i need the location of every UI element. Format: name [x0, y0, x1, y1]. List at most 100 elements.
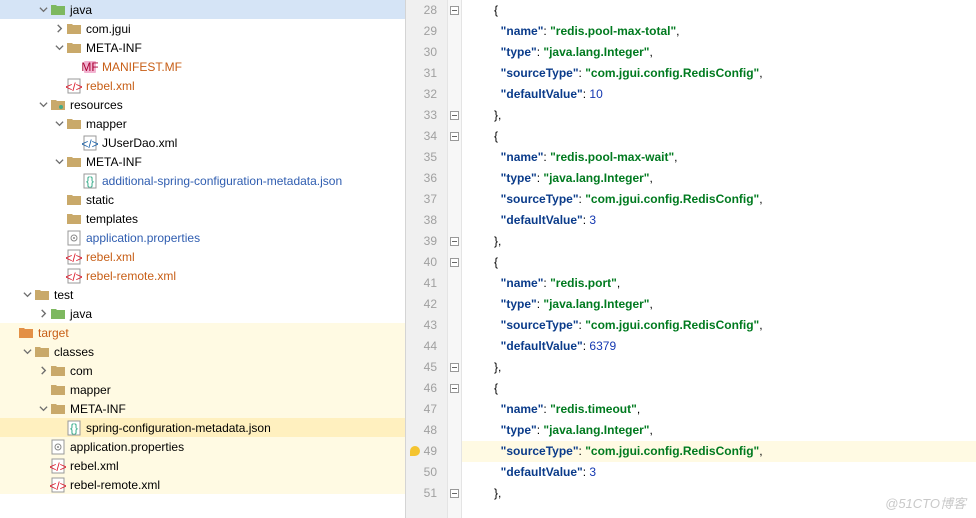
code-line[interactable]: "type": "java.lang.Integer",	[462, 294, 976, 315]
fold-mark[interactable]	[448, 441, 461, 462]
code-line[interactable]: "name": "redis.pool-max-wait",	[462, 147, 976, 168]
tree-item[interactable]: </>rebel-remote.xml	[0, 266, 405, 285]
folder-icon	[34, 344, 50, 360]
tree-item[interactable]: application.properties	[0, 228, 405, 247]
fold-mark[interactable]	[448, 483, 461, 504]
tree-item[interactable]: target	[0, 323, 405, 342]
expand-arrow-icon[interactable]	[20, 290, 34, 299]
tree-item[interactable]: mapper	[0, 114, 405, 133]
fold-mark[interactable]	[448, 336, 461, 357]
fold-mark[interactable]	[448, 420, 461, 441]
expand-arrow-icon[interactable]	[36, 366, 50, 375]
tree-item[interactable]: </>rebel-remote.xml	[0, 475, 405, 494]
expand-arrow-icon[interactable]	[52, 157, 66, 166]
expand-arrow-icon[interactable]	[52, 43, 66, 52]
line-number: 46	[406, 378, 447, 399]
props-icon	[66, 230, 82, 246]
code-line[interactable]: "sourceType": "com.jgui.config.RedisConf…	[462, 189, 976, 210]
tree-item-label: rebel.xml	[70, 459, 119, 473]
fold-mark[interactable]	[448, 147, 461, 168]
line-number: 48	[406, 420, 447, 441]
code-line[interactable]: "defaultValue": 10	[462, 84, 976, 105]
tree-item[interactable]: </>JUserDao.xml	[0, 133, 405, 152]
tree-item[interactable]: test	[0, 285, 405, 304]
code-line[interactable]: "type": "java.lang.Integer",	[462, 168, 976, 189]
tree-item[interactable]: MFMANIFEST.MF	[0, 57, 405, 76]
code-line[interactable]: "defaultValue": 6379	[462, 336, 976, 357]
tree-item[interactable]: application.properties	[0, 437, 405, 456]
fold-mark[interactable]	[448, 21, 461, 42]
fold-mark[interactable]	[448, 210, 461, 231]
line-number: 41	[406, 273, 447, 294]
code-line[interactable]: "sourceType": "com.jgui.config.RedisConf…	[462, 441, 976, 462]
fold-mark[interactable]	[448, 126, 461, 147]
tree-item[interactable]: classes	[0, 342, 405, 361]
code-line[interactable]: {	[462, 252, 976, 273]
tree-item[interactable]: META-INF	[0, 152, 405, 171]
tree-item[interactable]: com.jgui	[0, 19, 405, 38]
expand-arrow-icon[interactable]	[36, 100, 50, 109]
line-number: 38	[406, 210, 447, 231]
tree-item[interactable]: java	[0, 0, 405, 19]
expand-arrow-icon[interactable]	[52, 119, 66, 128]
expand-arrow-icon[interactable]	[52, 24, 66, 33]
expand-arrow-icon[interactable]	[20, 347, 34, 356]
svg-text:{}: {}	[86, 174, 94, 188]
code-area[interactable]: { "name": "redis.pool-max-total", "type"…	[462, 0, 976, 518]
code-line[interactable]: },	[462, 105, 976, 126]
code-line[interactable]: "name": "redis.timeout",	[462, 399, 976, 420]
expand-arrow-icon[interactable]	[36, 404, 50, 413]
tree-item[interactable]: mapper	[0, 380, 405, 399]
code-line[interactable]: "defaultValue": 3	[462, 210, 976, 231]
tree-item[interactable]: resources	[0, 95, 405, 114]
tree-item[interactable]: </>rebel.xml	[0, 456, 405, 475]
code-line[interactable]: },	[462, 231, 976, 252]
code-line[interactable]: "name": "redis.port",	[462, 273, 976, 294]
tree-item[interactable]: templates	[0, 209, 405, 228]
fold-mark[interactable]	[448, 168, 461, 189]
fold-mark[interactable]	[448, 231, 461, 252]
fold-mark[interactable]	[448, 63, 461, 84]
project-tree[interactable]: javacom.jguiMETA-INFMFMANIFEST.MF</>rebe…	[0, 0, 405, 518]
code-line[interactable]: {	[462, 378, 976, 399]
code-line[interactable]: "sourceType": "com.jgui.config.RedisConf…	[462, 315, 976, 336]
fold-mark[interactable]	[448, 315, 461, 336]
tree-item[interactable]: {}additional-spring-configuration-metada…	[0, 171, 405, 190]
code-line[interactable]: {	[462, 0, 976, 21]
fold-mark[interactable]	[448, 357, 461, 378]
mf-icon: MF	[82, 59, 98, 75]
tree-item[interactable]: </>rebel.xml	[0, 247, 405, 266]
tree-item[interactable]: META-INF	[0, 38, 405, 57]
code-line[interactable]: },	[462, 357, 976, 378]
fold-bar[interactable]	[448, 0, 462, 518]
fold-mark[interactable]	[448, 378, 461, 399]
code-line[interactable]: "defaultValue": 3	[462, 462, 976, 483]
tree-item-label: java	[70, 3, 92, 17]
fold-mark[interactable]	[448, 42, 461, 63]
code-line[interactable]: "type": "java.lang.Integer",	[462, 42, 976, 63]
fold-mark[interactable]	[448, 462, 461, 483]
line-number: 39	[406, 231, 447, 252]
tree-item[interactable]: META-INF	[0, 399, 405, 418]
tree-item[interactable]: java	[0, 304, 405, 323]
tree-item[interactable]: {}spring-configuration-metadata.json	[0, 418, 405, 437]
fold-mark[interactable]	[448, 252, 461, 273]
code-line[interactable]: {	[462, 126, 976, 147]
svg-text:</>: </>	[66, 80, 82, 94]
fold-mark[interactable]	[448, 105, 461, 126]
folder-green-icon	[50, 306, 66, 322]
fold-mark[interactable]	[448, 399, 461, 420]
code-line[interactable]: "name": "redis.pool-max-total",	[462, 21, 976, 42]
tree-item[interactable]: static	[0, 190, 405, 209]
fold-mark[interactable]	[448, 189, 461, 210]
fold-mark[interactable]	[448, 0, 461, 21]
tree-item[interactable]: com	[0, 361, 405, 380]
code-line[interactable]: "type": "java.lang.Integer",	[462, 420, 976, 441]
tree-item[interactable]: </>rebel.xml	[0, 76, 405, 95]
fold-mark[interactable]	[448, 84, 461, 105]
fold-mark[interactable]	[448, 294, 461, 315]
code-line[interactable]: "sourceType": "com.jgui.config.RedisConf…	[462, 63, 976, 84]
fold-mark[interactable]	[448, 273, 461, 294]
expand-arrow-icon[interactable]	[36, 309, 50, 318]
expand-arrow-icon[interactable]	[36, 5, 50, 14]
